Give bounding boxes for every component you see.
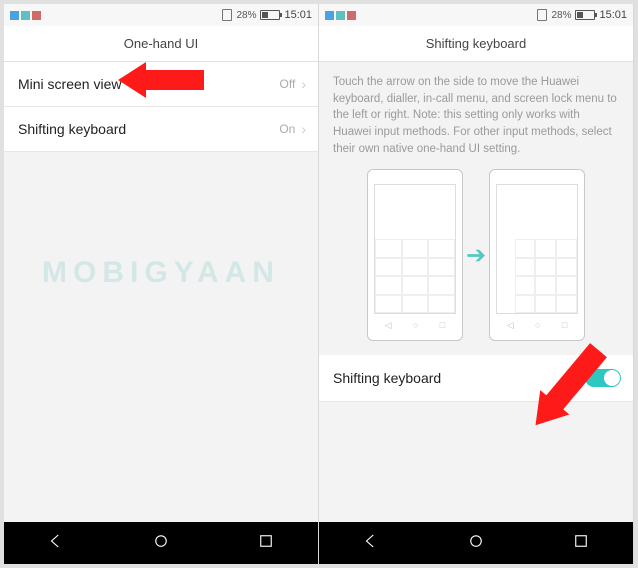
illustration: ◁○□ ➔ ◁○□ xyxy=(319,163,633,355)
row-mini-screen-view[interactable]: Mini screen view Off › xyxy=(4,62,318,107)
chevron-right-icon: › xyxy=(301,121,306,137)
status-left-icons xyxy=(10,11,41,20)
screen-left: 28% 15:01 One-hand UI Mini screen view O… xyxy=(4,4,319,564)
row-value: Off xyxy=(280,77,296,91)
toggle-switch[interactable] xyxy=(585,369,621,387)
back-icon[interactable] xyxy=(47,532,65,555)
sim-icon xyxy=(222,9,232,21)
screen-right: 28% 15:01 Shifting keyboard Touch the ar… xyxy=(319,4,634,564)
status-time: 15:01 xyxy=(599,9,627,21)
home-icon[interactable] xyxy=(152,532,170,555)
notif-icon-2 xyxy=(21,11,30,20)
notif-icon-3 xyxy=(347,11,356,20)
chevron-right-icon: › xyxy=(301,76,306,92)
page-title-left: One-hand UI xyxy=(4,26,318,62)
battery-pct: 28% xyxy=(551,10,571,21)
watermark: MOBIGYAAN xyxy=(42,256,280,290)
back-icon[interactable] xyxy=(362,532,380,555)
notif-icon-2 xyxy=(336,11,345,20)
status-time: 15:01 xyxy=(284,9,312,21)
recent-icon[interactable] xyxy=(257,532,275,555)
nav-bar xyxy=(319,522,633,564)
notif-icon-1 xyxy=(325,11,334,20)
illus-phone-shifted: ◁○□ xyxy=(489,169,585,341)
battery-icon xyxy=(575,10,595,20)
status-right: 28% 15:01 xyxy=(222,9,312,21)
status-bar: 28% 15:01 xyxy=(4,4,318,26)
row-shifting-keyboard-toggle[interactable]: Shifting keyboard xyxy=(319,355,633,402)
status-left-icons xyxy=(325,11,356,20)
notif-icon-3 xyxy=(32,11,41,20)
nav-bar xyxy=(4,522,318,564)
status-right: 28% 15:01 xyxy=(537,9,627,21)
page-title-right: Shifting keyboard xyxy=(319,26,633,62)
row-label: Mini screen view xyxy=(18,76,121,92)
home-icon[interactable] xyxy=(467,532,485,555)
battery-pct: 28% xyxy=(236,10,256,21)
illus-phone-full: ◁○□ xyxy=(367,169,463,341)
row-label: Shifting keyboard xyxy=(18,121,126,137)
row-label: Shifting keyboard xyxy=(333,370,441,386)
recent-icon[interactable] xyxy=(572,532,590,555)
row-shifting-keyboard[interactable]: Shifting keyboard On › xyxy=(4,107,318,152)
sim-icon xyxy=(537,9,547,21)
row-value: On xyxy=(279,122,295,136)
battery-icon xyxy=(260,10,280,20)
setting-description: Touch the arrow on the side to move the … xyxy=(319,62,633,163)
arrow-right-icon: ➔ xyxy=(466,241,486,270)
notif-icon-1 xyxy=(10,11,19,20)
status-bar: 28% 15:01 xyxy=(319,4,633,26)
